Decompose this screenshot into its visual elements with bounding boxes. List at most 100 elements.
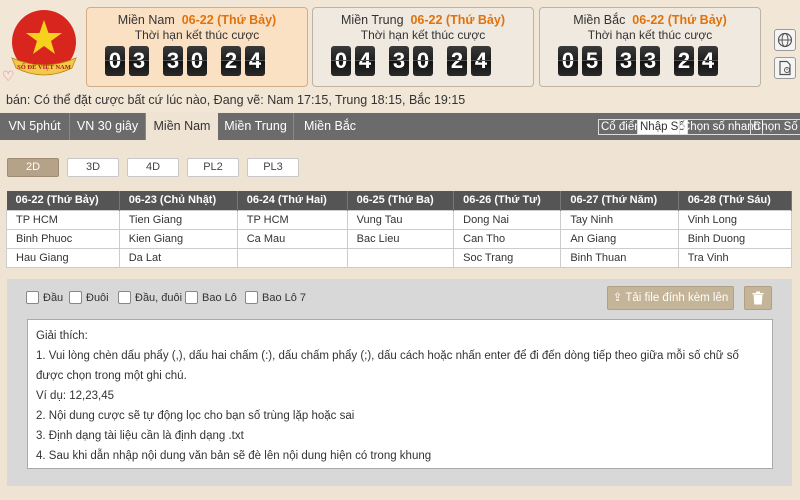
option-bao-lo-7[interactable]: Bao Lô 7 xyxy=(245,291,306,304)
note-line: 1. Vui lòng chèn dấu phẩy (,), dấu hai c… xyxy=(36,350,739,362)
option-dau-duoi[interactable]: Đầu, đuôi xyxy=(118,291,182,304)
upload-icon: ⇪ xyxy=(612,292,623,304)
countdown-digit: 2 xyxy=(447,46,467,76)
region-name: Miền Trung xyxy=(341,13,404,27)
checkbox[interactable] xyxy=(185,291,198,304)
region-card-mien-trung[interactable]: Miền Trung 06-22 (Thứ Bảy) Thời hạn kết … xyxy=(312,7,534,87)
table-cell: Can Tho xyxy=(453,228,562,249)
column-header: 06-22 (Thứ Bảy) xyxy=(6,191,120,210)
tab-vn5phut[interactable]: VN 5phút xyxy=(0,113,70,140)
countdown-digit: 3 xyxy=(163,46,183,76)
countdown-digit: 4 xyxy=(245,46,265,76)
region-title: Miền Nam 06-22 (Thứ Bảy) xyxy=(87,13,307,27)
column-header: 06-24 (Thứ Hai) xyxy=(237,191,348,210)
checkbox[interactable] xyxy=(118,291,131,304)
heart-icon[interactable]: ♡ xyxy=(2,68,18,84)
region-card-mien-bac[interactable]: Miền Bắc 06-22 (Thứ Bảy) Thời hạn kết th… xyxy=(539,7,761,87)
mode-chon-so[interactable]: Chọn Số xyxy=(750,119,800,135)
upload-file-button[interactable]: ⇪ Tải file đính kèm lên xyxy=(607,286,734,310)
table-cell: Dong Nai xyxy=(453,209,562,230)
table-cell: Binh Duong xyxy=(677,228,793,249)
table-row: Hau Giang Da Lat Soc Trang Binh Thuan Tr… xyxy=(6,247,793,268)
checkbox[interactable] xyxy=(245,291,258,304)
table-cell xyxy=(346,247,455,268)
option-label: Đầu xyxy=(43,291,64,304)
bet-type-3d[interactable]: 3D xyxy=(67,158,119,177)
countdown-digit: 4 xyxy=(698,46,718,76)
region-title: Miền Bắc 06-22 (Thứ Bảy) xyxy=(540,13,760,27)
table-row: Binh Phuoc Kien Giang Ca Mau Bac Lieu Ca… xyxy=(6,228,793,249)
table-header-row: 06-22 (Thứ Bảy) 06-23 (Chủ Nhật) 06-24 (… xyxy=(6,191,793,210)
option-label: Đầu, đuôi xyxy=(135,291,183,304)
table-cell: Binh Phuoc xyxy=(6,228,120,249)
trash-icon[interactable] xyxy=(744,286,772,310)
checkbox[interactable] xyxy=(26,291,39,304)
tab-mien-bac[interactable]: Miền Bắc xyxy=(294,113,366,140)
region-date: 06-22 (Thứ Bảy) xyxy=(632,13,727,27)
countdown-digit: 5 xyxy=(582,46,602,76)
checkbox[interactable] xyxy=(69,291,82,304)
countdown-digit: 0 xyxy=(105,46,125,76)
document-icon[interactable] xyxy=(774,57,796,79)
region-name: Miền Bắc xyxy=(573,13,626,27)
note-line: được chọn trong một ghi chú. xyxy=(36,370,187,382)
tab-mien-nam[interactable]: Miền Nam xyxy=(146,113,218,140)
option-label: Bao Lô 7 xyxy=(262,291,307,304)
table-cell: Tay Ninh xyxy=(560,209,679,230)
table-cell: Ca Mau xyxy=(236,228,348,249)
table-cell: Kien Giang xyxy=(118,228,238,249)
region-card-mien-nam[interactable]: Miền Nam 06-22 (Thứ Bảy) Thời hạn kết th… xyxy=(86,7,308,87)
countdown-digit: 0 xyxy=(413,46,433,76)
table-row: TP HCM Tien Giang TP HCM Vung Tau Dong N… xyxy=(6,209,793,230)
bet-info-text: bán: Có thể đặt cược bất cứ lúc nào, Đan… xyxy=(0,90,800,112)
table-cell: TP HCM xyxy=(236,209,348,230)
table-cell: Binh Thuan xyxy=(560,247,679,268)
countdown: 0 5 3 3 2 4 xyxy=(558,46,718,76)
table-cell: Tra Vinh xyxy=(677,247,793,268)
countdown: 0 4 3 0 2 4 xyxy=(331,46,491,76)
option-bao-lo[interactable]: Bao Lô xyxy=(185,291,237,304)
upload-label: Tải file đính kèm lên xyxy=(625,292,729,304)
bet-type-4d[interactable]: 4D xyxy=(127,158,179,177)
tab-vn30giay[interactable]: VN 30 giây xyxy=(70,113,146,140)
option-duoi[interactable]: Đuôi xyxy=(69,291,109,304)
countdown-digit: 3 xyxy=(616,46,636,76)
countdown: 0 3 3 0 2 4 xyxy=(105,46,265,76)
column-header: 06-23 (Chủ Nhật) xyxy=(119,191,238,210)
table-cell: Tien Giang xyxy=(118,209,238,230)
countdown-digit: 0 xyxy=(558,46,578,76)
bet-type-2d[interactable]: 2D xyxy=(7,158,59,177)
bet-type-pl2[interactable]: PL2 xyxy=(187,158,239,177)
option-dau[interactable]: Đầu xyxy=(26,291,63,304)
countdown-digit: 2 xyxy=(674,46,694,76)
countdown-digit: 4 xyxy=(471,46,491,76)
column-header: 06-25 (Thứ Ba) xyxy=(347,191,455,210)
countdown-digit: 0 xyxy=(331,46,351,76)
option-label: Bao Lô xyxy=(202,291,237,304)
column-header: 06-27 (Thứ Năm) xyxy=(560,191,679,210)
region-subtitle: Thời hạn kết thúc cược xyxy=(587,28,713,42)
note-line: 2. Nội dung cược sẽ tự động lọc cho bạn … xyxy=(36,410,355,422)
number-input-textarea[interactable]: Giải thích: 1. Vui lòng chèn dấu phẩy (,… xyxy=(27,319,773,469)
table-cell: Vinh Long xyxy=(677,209,793,230)
table-cell: Hau Giang xyxy=(6,247,120,268)
table-cell: Da Lat xyxy=(118,247,238,268)
note-line: Ví dụ: 12,23,45 xyxy=(36,390,115,402)
table-cell: An Giang xyxy=(560,228,679,249)
countdown-digit: 0 xyxy=(187,46,207,76)
globe-icon[interactable] xyxy=(774,29,796,51)
input-panel: Đầu Đuôi Đầu, đuôi Bao Lô Bao Lô 7 ⇪ Tải… xyxy=(7,279,792,486)
tab-mien-trung[interactable]: Miền Trung xyxy=(218,113,294,140)
note-line: Giải thích: xyxy=(36,330,88,342)
table-cell: TP HCM xyxy=(6,209,120,230)
region-subtitle: Thời hạn kết thúc cược xyxy=(134,28,260,42)
countdown-digit: 2 xyxy=(221,46,241,76)
logo-text: SỔ ĐỀ VIỆT NAM xyxy=(17,63,71,71)
countdown-digit: 3 xyxy=(389,46,409,76)
bet-type-pl3[interactable]: PL3 xyxy=(247,158,299,177)
column-header: 06-26 (Thứ Tư) xyxy=(453,191,562,210)
main-nav: VN 5phút VN 30 giây Miền Nam Miền Trung … xyxy=(0,113,800,140)
note-line: 3. Định dạng tài liệu cần là định dạng .… xyxy=(36,430,244,442)
region-date: 06-22 (Thứ Bảy) xyxy=(181,13,277,27)
region-title: Miền Trung 06-22 (Thứ Bảy) xyxy=(313,13,533,27)
